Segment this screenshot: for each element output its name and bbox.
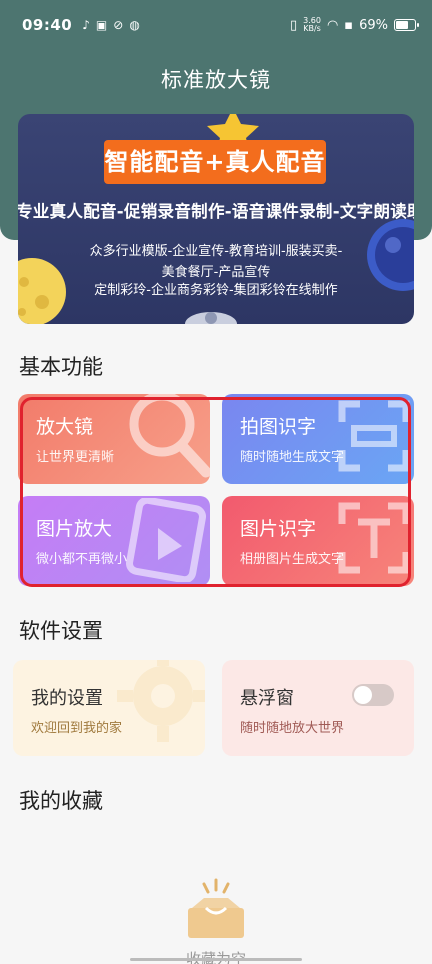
banner-ad[interactable]: 智能配音+真人配音 专业真人配音-促销录音制作-语音课件录制-文字朗读助手 众多… [18,114,414,324]
section-title-settings: 软件设置 [19,619,103,643]
my-settings-card[interactable]: 我的设置 欢迎回到我的家 [13,660,205,756]
status-time: 09:40 [22,16,73,34]
floating-window-toggle[interactable] [352,684,394,706]
page-title: 标准放大镜 [161,68,271,92]
highlight-box [20,397,411,587]
section-title-basic: 基本功能 [19,355,103,379]
link-icon: ⊘ [113,18,124,32]
vibrate-icon: ▯ [289,17,298,33]
app-icon: ▣ [95,18,108,32]
banner-headline: 专业真人配音-促销录音制作-语音课件录制-文字朗读助手 [18,202,414,221]
status-bar: 09:40 ♪ ▣ ⊘ ◍ ▯ 3.60 KB/s ◠ ▪ 69% [0,0,432,50]
floating-window-card[interactable]: 悬浮窗 随时随地放大世界 [222,660,414,756]
network-speed: 3.60 KB/s [303,17,321,33]
gear-icon [117,660,205,742]
my-settings-title: 我的设置 [31,688,103,709]
banner-text-2: 美食餐厅-产品宣传 [161,265,271,280]
section-title-favorites: 我的收藏 [19,789,103,813]
floating-window-title: 悬浮窗 [240,688,294,709]
banner-text-1: 众多行业模版-企业宣传-教育培训-服装买卖- [89,244,343,259]
banner-text-3: 定制彩玲-企业商务彩铃-集团彩铃在线制作 [94,283,338,298]
floating-window-subtitle: 随时随地放大世界 [240,721,345,736]
status-right: ▯ 3.60 KB/s ◠ ▪ 69% [289,17,419,33]
rocket-icon [185,312,237,324]
empty-favorites-text: 收藏为空 [185,950,246,964]
chat-icon: ◍ [129,18,140,32]
my-settings-subtitle: 欢迎回到我的家 [31,721,123,736]
home-indicator[interactable] [130,958,302,961]
battery-percent: 69% [359,17,388,33]
notification-icons: ♪ ▣ ⊘ ◍ [82,18,140,32]
sim-icon: ▪ [344,17,354,33]
tiktok-icon: ♪ [82,18,90,32]
empty-tray-icon [188,878,244,938]
wifi-icon: ◠ [326,17,339,33]
net-speed-unit: KB/s [303,24,321,33]
banner-badge: 智能配音+真人配音 [104,140,326,184]
battery-icon [394,19,419,31]
